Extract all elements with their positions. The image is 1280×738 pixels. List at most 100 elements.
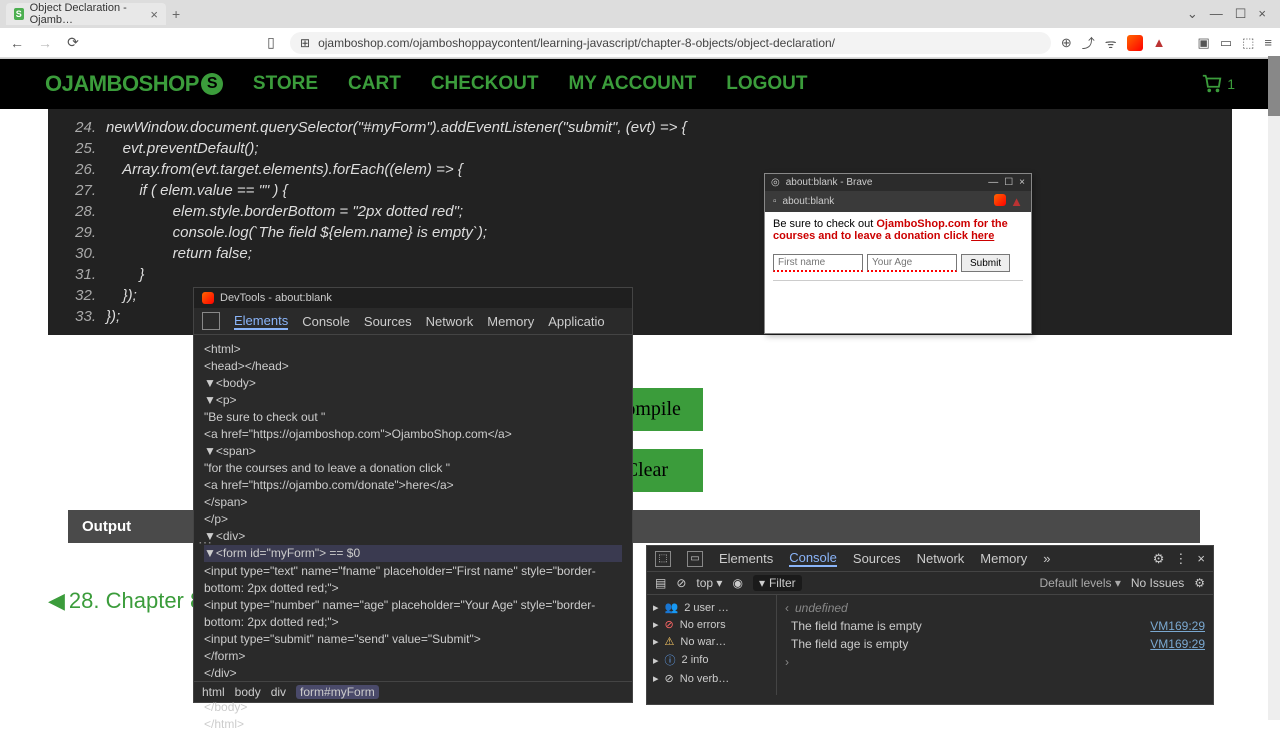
chevron-down-icon[interactable]: ⌄ xyxy=(1187,6,1198,22)
console-row[interactable]: ‹undefined xyxy=(785,599,1205,617)
toolbar-icons: ⊕ ⤴ ᯤ ▲ ▣ ▭ ⬚ ≡ xyxy=(1061,33,1272,52)
reload-button[interactable]: ⟳ xyxy=(64,34,82,51)
minimize-icon[interactable]: — xyxy=(988,177,998,188)
settings-icon[interactable]: ⬚ xyxy=(1242,35,1254,51)
code-line: 26. Array.from(evt.target.elements).forE… xyxy=(48,159,1232,180)
share-icon[interactable]: ⤴ xyxy=(1082,33,1095,52)
popup-tab[interactable]: ▫ about:blank ▲ xyxy=(765,191,1031,212)
shield-icon[interactable] xyxy=(1127,35,1143,51)
brave-icon: ◎ xyxy=(771,177,780,188)
levels-select[interactable]: Default levels ▾ xyxy=(1039,576,1120,590)
donate-link[interactable]: here xyxy=(971,230,994,242)
submit-button[interactable]: Submit xyxy=(961,254,1010,272)
menu-icon[interactable]: ≡ xyxy=(1264,35,1272,50)
ojamboshop-link[interactable]: OjamboShop.com xyxy=(876,218,970,230)
sidebar-item[interactable]: ▸👥2 user … xyxy=(653,599,770,616)
devtools-tabs: Elements Console Sources Network Memory … xyxy=(194,308,632,335)
scrollbar-thumb[interactable] xyxy=(1268,56,1280,116)
wallet-icon[interactable]: ▭ xyxy=(1220,35,1232,51)
console-row[interactable]: The field fname is emptyVM169:29 xyxy=(785,617,1205,635)
nav-store[interactable]: STORE xyxy=(253,73,318,95)
zoom-icon[interactable]: ⊕ xyxy=(1061,35,1072,51)
triangle-left-icon: ◀ xyxy=(48,588,65,614)
console-sidebar: ▸👥2 user …▸⊘No errors▸⚠No war…▸ⓘ2 info▸⊘… xyxy=(647,595,777,695)
maximize-icon[interactable]: ☐ xyxy=(1235,6,1247,22)
console-output[interactable]: ‹undefinedThe field fname is emptyVM169:… xyxy=(777,595,1213,695)
maximize-icon[interactable]: ☐ xyxy=(1004,177,1013,188)
eye-icon[interactable]: ◉ xyxy=(732,576,742,590)
sidebar-item[interactable]: ▸⚠No war… xyxy=(653,633,770,650)
site-icon: S xyxy=(14,8,24,20)
sidebar-toggle-icon[interactable]: ▤ xyxy=(655,576,666,590)
crumb-div[interactable]: div xyxy=(271,685,286,699)
rss-icon[interactable]: ᯤ xyxy=(1105,34,1117,52)
context-select[interactable]: top ▾ xyxy=(696,576,722,590)
crumb-form[interactable]: form#myForm xyxy=(296,685,379,699)
nav-checkout[interactable]: CHECKOUT xyxy=(431,73,539,95)
url-input[interactable]: ⊞ ojamboshop.com/ojamboshoppaycontent/le… xyxy=(290,32,1051,54)
fname-input[interactable] xyxy=(773,254,863,272)
sidebar-item[interactable]: ▸⊘No errors xyxy=(653,616,770,633)
tab-sources[interactable]: Sources xyxy=(853,551,901,566)
age-input[interactable] xyxy=(867,254,957,272)
forward-button[interactable]: → xyxy=(36,35,54,51)
prev-chapter-link[interactable]: ◀ 28. Chapter 8 xyxy=(48,588,202,614)
gear-icon[interactable]: ⚙ xyxy=(1194,576,1205,590)
console-tabs: ⬚ ▭ Elements Console Sources Network Mem… xyxy=(647,546,1213,572)
dom-tree[interactable]: <html> <head></head> ▼<body> ▼<p> "Be su… xyxy=(194,335,632,738)
code-line: 27. if ( elem.value == "" ) { xyxy=(48,180,1232,201)
tab-sources[interactable]: Sources xyxy=(364,314,412,329)
bookmark-icon[interactable]: ▯ xyxy=(262,34,280,51)
gear-icon[interactable]: ⚙ xyxy=(1153,551,1165,567)
issues-badge[interactable]: No Issues xyxy=(1131,576,1184,590)
crumb-html[interactable]: html xyxy=(202,685,225,699)
tab-console[interactable]: Console xyxy=(789,550,837,567)
more-icon[interactable]: ⋯ xyxy=(198,534,212,551)
sidebar-icon[interactable]: ▣ xyxy=(1198,35,1210,51)
devtools-titlebar[interactable]: DevTools - about:blank xyxy=(194,288,632,308)
close-icon[interactable]: × xyxy=(1019,177,1025,188)
popup-form: Submit xyxy=(773,254,1023,272)
logo[interactable]: OJAMBOSHOP S xyxy=(45,71,223,97)
triangle-icon[interactable]: ▲ xyxy=(1010,194,1023,209)
tab-application[interactable]: Applicatio xyxy=(548,314,604,329)
device-icon[interactable]: ▭ xyxy=(687,551,703,567)
console-row[interactable]: The field age is emptyVM169:29 xyxy=(785,635,1205,653)
nav-account[interactable]: MY ACCOUNT xyxy=(568,73,696,95)
kebab-icon[interactable]: ⋮ xyxy=(1174,551,1187,567)
tab-network[interactable]: Network xyxy=(917,551,965,566)
browser-tab[interactable]: S Object Declaration - Ojamb… × xyxy=(6,3,166,25)
tab-memory[interactable]: Memory xyxy=(487,314,534,329)
brave-icon xyxy=(202,292,214,304)
tab-console[interactable]: Console xyxy=(302,314,350,329)
back-button[interactable]: ← xyxy=(8,35,26,51)
close-icon[interactable]: × xyxy=(1197,551,1205,566)
close-icon[interactable]: × xyxy=(1258,6,1266,22)
inspector-icon[interactable] xyxy=(202,312,220,330)
logo-badge: S xyxy=(201,73,223,95)
window-controls: ⌄ — ☐ × xyxy=(1187,6,1274,22)
tab-elements[interactable]: Elements xyxy=(719,551,773,566)
popup-titlebar[interactable]: ◎ about:blank - Brave —☐× xyxy=(765,174,1031,191)
sidebar-item[interactable]: ▸⊘No verb… xyxy=(653,670,770,687)
filter-input[interactable]: ▾ Filter xyxy=(753,575,802,591)
tab-memory[interactable]: Memory xyxy=(980,551,1027,566)
cart-badge[interactable]: 1 xyxy=(1201,73,1235,95)
minimize-icon[interactable]: — xyxy=(1210,6,1223,22)
nav-cart[interactable]: CART xyxy=(348,73,401,95)
new-tab-button[interactable]: + xyxy=(172,6,180,22)
scrollbar[interactable] xyxy=(1268,56,1280,720)
close-icon[interactable]: × xyxy=(150,7,158,22)
devtools-elements: DevTools - about:blank Elements Console … xyxy=(193,287,633,703)
nav-logout[interactable]: LOGOUT xyxy=(726,73,807,95)
shield-icon[interactable] xyxy=(994,194,1006,206)
inspector-icon[interactable]: ⬚ xyxy=(655,551,671,567)
crumb-body[interactable]: body xyxy=(235,685,261,699)
tab-elements[interactable]: Elements xyxy=(234,313,288,330)
clear-icon[interactable]: ⊘ xyxy=(676,576,686,590)
triangle-icon[interactable]: ▲ xyxy=(1153,35,1166,50)
console-row[interactable]: › xyxy=(785,653,1205,671)
more-icon[interactable]: » xyxy=(1043,551,1050,566)
sidebar-item[interactable]: ▸ⓘ2 info xyxy=(653,650,770,670)
tab-network[interactable]: Network xyxy=(426,314,474,329)
